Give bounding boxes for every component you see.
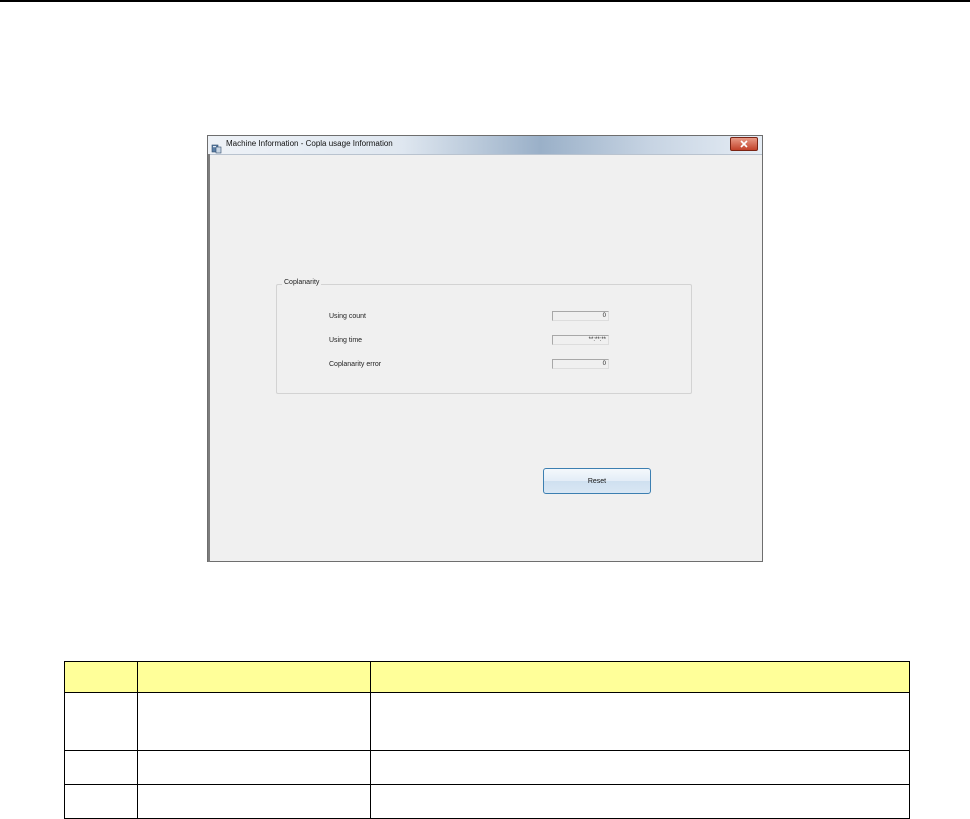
using-time-value: **:**:** (552, 335, 609, 345)
table-cell (370, 784, 910, 819)
table-cell (370, 692, 910, 751)
coplanarity-error-value: 0 (552, 359, 609, 369)
top-rule (0, 0, 970, 2)
table-cell (64, 750, 138, 785)
window-client-area: Coplanarity Using count 0 Using time **:… (210, 155, 762, 561)
coplanarity-error-label: Coplanarity error (329, 361, 382, 368)
table-cell (370, 750, 910, 785)
dialog-window: Machine Information - Copla usage Inform… (207, 135, 763, 562)
table-cell (137, 750, 371, 785)
groupbox-title: Coplanarity (282, 279, 322, 286)
table-row (64, 692, 910, 751)
close-button[interactable] (730, 137, 758, 151)
using-count-label: Using count (329, 313, 366, 320)
using-count-value: 0 (552, 311, 609, 321)
using-time-label: Using time (329, 337, 363, 344)
table-header-cell (64, 661, 138, 693)
table-header-cell (137, 661, 371, 693)
table-row (64, 784, 910, 819)
table-cell (64, 784, 138, 819)
coplanarity-groupbox: Coplanarity Using count 0 Using time **:… (276, 279, 692, 394)
table-cell (64, 692, 138, 751)
table-header-row (64, 661, 910, 693)
table-row (64, 750, 910, 785)
table-cell (137, 784, 371, 819)
table-header-cell (370, 661, 910, 693)
reset-button[interactable]: Reset (543, 468, 651, 494)
machine-info-icon (211, 139, 222, 154)
title-bar[interactable]: Machine Information - Copla usage Inform… (208, 136, 762, 155)
close-icon (740, 140, 748, 148)
table-cell (137, 692, 371, 751)
description-table (64, 661, 910, 819)
window-title: Machine Information - Copla usage Inform… (226, 139, 393, 148)
